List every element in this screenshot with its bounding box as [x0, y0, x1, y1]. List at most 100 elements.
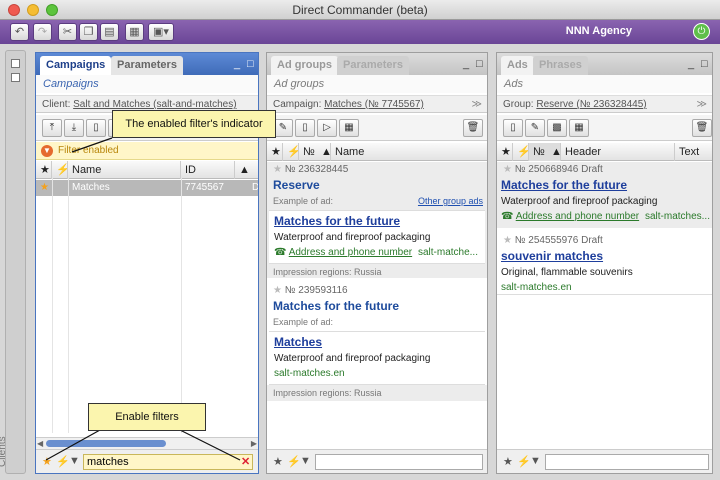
favorites-filter-icon[interactable]: ★	[273, 455, 283, 468]
text-column-header[interactable]: Text	[675, 143, 712, 161]
document-icon[interactable]: ▯	[503, 119, 523, 137]
flash-column-header[interactable]: ⚡	[283, 143, 299, 161]
ad-item[interactable]: ★ № 250668946 Draft Matches for the futu…	[497, 162, 712, 228]
minimize-panel-icon[interactable]: _	[234, 58, 240, 70]
maximize-panel-icon[interactable]: □	[476, 58, 483, 70]
move-icon[interactable]: ▷	[317, 119, 337, 137]
ads-grid-header: ★ ⚡ № ▲ Header Text	[497, 143, 712, 161]
favorite-star-icon[interactable]: ★	[273, 164, 282, 175]
group-link[interactable]: Reserve (№ 236328445)	[536, 99, 646, 110]
tab-parameters[interactable]: Parameters	[111, 56, 183, 75]
edit-icon[interactable]: ✎	[273, 119, 293, 137]
campaign-filter-input[interactable]	[83, 454, 253, 470]
client-link[interactable]: Salt and Matches (salt-and-matches)	[73, 99, 236, 110]
document-icon[interactable]: ▯	[295, 119, 315, 137]
edit-icon[interactable]: ✎	[525, 119, 545, 137]
ad-title[interactable]: Matches	[274, 335, 480, 351]
star-column-header[interactable]: ★	[497, 143, 513, 161]
table-icon[interactable]: ▦	[569, 119, 589, 137]
ad-title[interactable]: Matches for the future	[274, 214, 480, 230]
copy-icon[interactable]: ❐	[79, 23, 98, 41]
minimize-panel-icon[interactable]: _	[463, 58, 469, 70]
favorite-star-icon[interactable]: ★	[40, 180, 49, 196]
cut-icon[interactable]: ✂	[58, 23, 77, 41]
name-column-header[interactable]: Name	[68, 161, 181, 179]
funnel-filter-icon[interactable]: ▼	[300, 455, 311, 467]
tab-campaigns[interactable]: Campaigns	[40, 56, 112, 75]
favorite-star-icon[interactable]: ★	[503, 235, 512, 246]
flash-filter-icon[interactable]: ⚡	[517, 455, 531, 468]
favorite-star-icon[interactable]: ★	[273, 285, 282, 296]
favorites-filter-icon[interactable]: ★	[503, 455, 513, 468]
address-phone-link[interactable]: Address and phone number	[516, 211, 639, 222]
scroll-left-icon[interactable]: ◀	[37, 438, 43, 449]
sort-ascending-icon[interactable]: ▲	[317, 143, 331, 161]
redo-icon[interactable]: ↷	[33, 23, 52, 41]
clients-sidebar[interactable]: Clients	[0, 50, 26, 474]
undo-icon[interactable]: ↶	[10, 23, 29, 41]
image-icon[interactable]: ▩	[547, 119, 567, 137]
sort-ascending-icon[interactable]: ▲	[235, 161, 249, 179]
scroll-right-icon[interactable]: ▶	[251, 438, 257, 449]
number-column-header[interactable]: №	[299, 143, 317, 161]
table-row[interactable]: ★ Matches 7745567 D	[36, 180, 258, 196]
ads-filter-input[interactable]	[545, 454, 709, 470]
funnel-filter-icon[interactable]: ▼	[530, 455, 541, 467]
flash-column-header[interactable]: ⚡	[513, 143, 529, 161]
upload-icon[interactable]: ⤒	[42, 119, 62, 137]
star-column-header[interactable]: ★	[36, 161, 52, 179]
view-menu-icon[interactable]: ▣▾	[148, 23, 174, 41]
ad-status: Draft	[581, 164, 603, 175]
connection-icon[interactable]: ⏻	[693, 23, 710, 40]
zoom-window-button[interactable]	[46, 4, 58, 16]
tab-phrases[interactable]: Phrases	[533, 56, 588, 75]
star-column-header[interactable]: ★	[267, 143, 283, 161]
phone-icon: ☎	[501, 211, 514, 222]
tab-parameters[interactable]: Parameters	[337, 56, 409, 75]
number-column-header[interactable]: №	[529, 143, 547, 161]
ad-title[interactable]: souvenir matches	[501, 249, 712, 265]
address-phone-link[interactable]: Address and phone number	[289, 247, 412, 258]
adgroup-filter-input[interactable]	[315, 454, 483, 470]
horizontal-scrollbar[interactable]: ◀ ▶	[36, 437, 258, 449]
favorite-star-icon[interactable]: ★	[503, 164, 512, 175]
document-icon[interactable]: ▯	[86, 119, 106, 137]
campaign-link[interactable]: Matches (№ 7745567)	[324, 99, 424, 110]
ad-group-matches[interactable]: ★ № 239593116 Matches for the future Exa…	[267, 283, 487, 401]
close-window-button[interactable]	[8, 4, 20, 16]
table-icon[interactable]: ▦	[125, 23, 144, 41]
ad-item[interactable]: ★ № 254555976 Draft souvenir matches Ori…	[497, 233, 712, 295]
ad-card[interactable]: Matches Waterproof and fireproof packagi…	[269, 331, 485, 385]
tab-ads[interactable]: Ads	[501, 56, 534, 75]
paste-icon[interactable]: ▤	[100, 23, 119, 41]
maximize-panel-icon[interactable]: □	[701, 58, 708, 70]
maximize-panel-icon[interactable]: □	[247, 58, 254, 70]
ad-group-reserve[interactable]: ★ № 236328445 Reserve Example of ad: Oth…	[267, 162, 487, 278]
ad-contact-row: ☎ Address and phone number salt-matche..…	[274, 245, 480, 260]
sidebar-restore-icon[interactable]	[11, 73, 20, 82]
header-column-header[interactable]: Header	[561, 143, 675, 161]
flash-column-header[interactable]: ⚡	[52, 161, 68, 179]
sidebar-pin-icon[interactable]	[11, 59, 20, 68]
flash-filter-icon[interactable]: ⚡	[287, 455, 301, 468]
sort-ascending-icon[interactable]: ▲	[547, 143, 561, 161]
favorites-filter-icon[interactable]: ★	[42, 455, 52, 468]
id-column-header[interactable]: ID	[181, 161, 235, 179]
trash-icon[interactable]: 🗑	[692, 119, 712, 137]
ad-title[interactable]: Matches for the future	[501, 178, 712, 194]
name-column-header[interactable]: Name	[331, 143, 481, 161]
tab-ad-groups[interactable]: Ad groups	[271, 56, 338, 75]
clear-filter-icon[interactable]: ✕	[241, 455, 250, 468]
download-icon[interactable]: ⤓	[64, 119, 84, 137]
chevron-down-icon[interactable]: ≫	[472, 96, 482, 112]
funnel-filter-icon[interactable]: ▼	[69, 455, 80, 467]
chevron-down-icon[interactable]: ≫	[697, 96, 707, 112]
ad-card[interactable]: Matches for the future Waterproof and fi…	[269, 210, 485, 264]
scroll-thumb[interactable]	[46, 440, 166, 447]
flash-filter-icon[interactable]: ⚡	[56, 455, 70, 468]
other-group-ads-link[interactable]: Other group ads	[418, 194, 483, 208]
minimize-window-button[interactable]	[27, 4, 39, 16]
table-icon[interactable]: ▦	[339, 119, 359, 137]
trash-icon[interactable]: 🗑	[463, 119, 483, 137]
minimize-panel-icon[interactable]: _	[688, 58, 694, 70]
